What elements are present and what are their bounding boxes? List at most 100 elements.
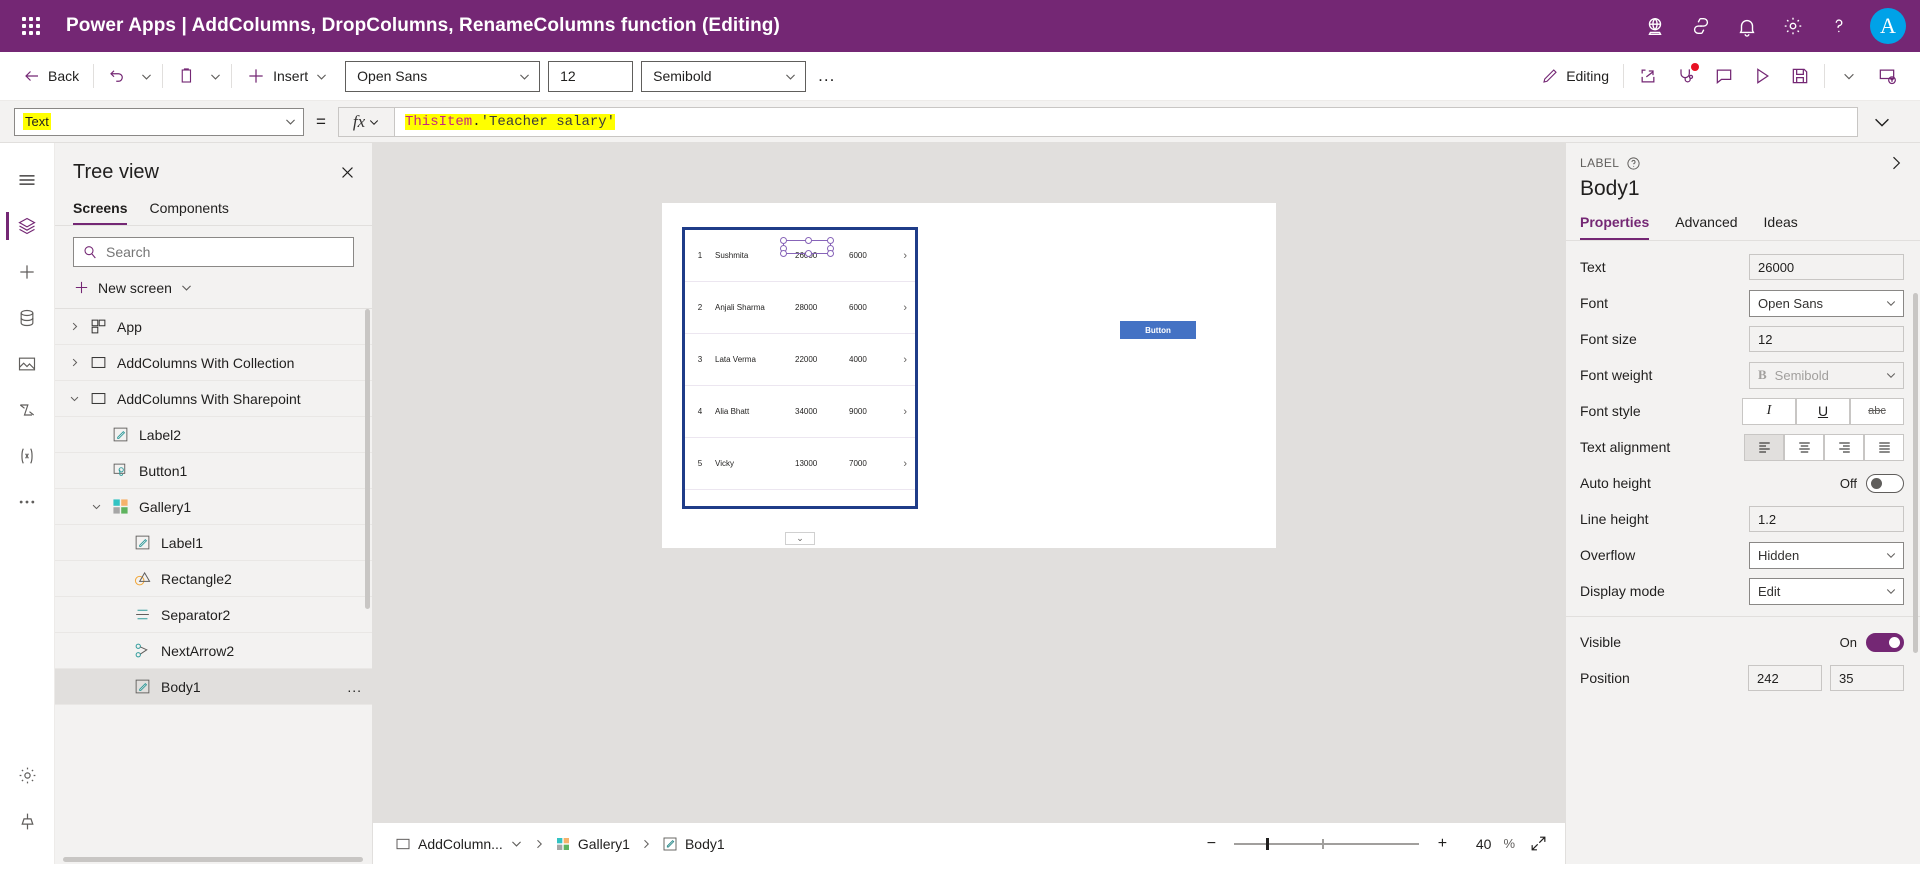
tree-item-body1[interactable]: Body1... [55, 669, 372, 705]
control-help-icon[interactable] [1626, 156, 1641, 171]
tab-advanced[interactable]: Advanced [1675, 209, 1737, 240]
property-input-position-y[interactable]: 35 [1830, 665, 1904, 691]
avatar[interactable]: A [1870, 8, 1906, 44]
tree-item-overflow-menu[interactable]: ... [347, 679, 362, 695]
bell-icon[interactable] [1724, 0, 1770, 52]
tree-item-gallery1[interactable]: Gallery1 [55, 489, 372, 525]
gallery-scroll-down-icon[interactable]: ⌄ [785, 532, 815, 545]
zoom-slider-thumb[interactable] [1266, 838, 1269, 850]
rail-media-icon[interactable] [6, 341, 48, 387]
gallery-cell-salary[interactable]: 13000 [795, 459, 849, 468]
formula-expand-chevron-icon[interactable] [1858, 111, 1906, 133]
new-screen-button[interactable]: New screen [55, 273, 372, 309]
rail-variables-icon[interactable] [6, 433, 48, 479]
font-size-dropdown[interactable]: 12 [548, 61, 633, 92]
close-icon[interactable] [339, 164, 356, 181]
selection-handle[interactable] [780, 237, 787, 244]
tree-item-label2[interactable]: Label2 [55, 417, 372, 453]
preview-play-icon[interactable] [1743, 59, 1781, 93]
button-control[interactable]: Button [1120, 321, 1196, 339]
help-icon[interactable] [1816, 0, 1862, 52]
gear-icon[interactable] [1770, 0, 1816, 52]
tree-caret-right-icon[interactable] [63, 357, 85, 368]
tree-item-rectangle2[interactable]: Rectangle2 [55, 561, 372, 597]
app-screen-canvas[interactable]: Teachers Data 1Sushmita260006000›2Anjali… [662, 203, 1276, 548]
tree-item-nextarrow2[interactable]: NextArrow2 [55, 633, 372, 669]
gallery-cell-salary[interactable]: 22000 [795, 355, 849, 364]
app-launcher-waffle-icon[interactable] [14, 9, 48, 43]
property-select-font[interactable]: Open Sans [1749, 290, 1904, 317]
more-commands-button[interactable]: ... [806, 66, 847, 86]
tab-properties[interactable]: Properties [1580, 209, 1649, 240]
breadcrumb-chevron-down-icon[interactable] [510, 837, 523, 850]
paste-chevron-down-icon[interactable] [204, 62, 226, 90]
align-left-icon[interactable] [1744, 434, 1784, 461]
tree-item-separator2[interactable]: Separator2 [55, 597, 372, 633]
globe-icon[interactable] [1632, 0, 1678, 52]
comments-icon[interactable] [1705, 59, 1743, 93]
breadcrumb-gallery[interactable]: Gallery1 [549, 833, 636, 855]
rail-pin-icon[interactable] [6, 798, 48, 844]
toggle-switch[interactable] [1866, 633, 1904, 652]
gallery-cell-salary[interactable]: 34000 [795, 407, 849, 416]
collapse-panel-chevron-right-icon[interactable] [1886, 153, 1906, 173]
tree-caret-right-icon[interactable] [63, 321, 85, 332]
gallery-row[interactable]: 2Anjali Sharma280006000› [685, 282, 915, 334]
new-screen-chevron-down-icon[interactable] [180, 281, 193, 294]
selection-handle[interactable] [780, 250, 787, 257]
property-input-text[interactable]: 26000 [1749, 254, 1904, 280]
property-select-font-weight[interactable]: BSemibold [1749, 362, 1904, 389]
tab-screens[interactable]: Screens [73, 194, 127, 225]
gallery-next-arrow-icon[interactable]: › [903, 302, 907, 314]
toggle-switch[interactable] [1866, 474, 1904, 493]
gallery-row[interactable]: 3Lata Verma220004000› [685, 334, 915, 386]
breadcrumb-body1[interactable]: Body1 [656, 833, 731, 855]
properties-list[interactable]: Text26000FontOpen SansFont size12Font we… [1566, 241, 1920, 864]
gallery-next-arrow-icon[interactable]: › [903, 354, 907, 366]
tab-components[interactable]: Components [149, 194, 228, 225]
font-name-dropdown[interactable]: Open Sans [345, 61, 540, 92]
rail-menu-icon[interactable] [6, 157, 48, 203]
rail-settings-gear-icon[interactable] [6, 752, 48, 798]
undo-button[interactable] [99, 62, 135, 90]
properties-scrollbar[interactable] [1913, 293, 1918, 653]
property-input-font-size[interactable]: 12 [1749, 326, 1904, 352]
tree-scrollbar[interactable] [365, 309, 370, 609]
rail-tree-view-icon[interactable] [6, 203, 48, 249]
gallery-row[interactable]: 1Sushmita260006000› [685, 230, 915, 282]
publish-icon[interactable] [1868, 59, 1906, 93]
zoom-slider[interactable] [1234, 843, 1419, 845]
rail-data-icon[interactable] [6, 295, 48, 341]
app-checker-icon[interactable] [1667, 59, 1705, 93]
property-toggle-auto-height[interactable]: Off [1840, 474, 1904, 493]
italic-button[interactable]: I [1742, 398, 1796, 425]
connector-icon[interactable] [1678, 0, 1724, 52]
rail-insert-icon[interactable] [6, 249, 48, 295]
breadcrumb-screen[interactable]: AddColumn... [389, 833, 529, 855]
share-icon[interactable] [1629, 59, 1667, 93]
selection-handle[interactable] [805, 250, 812, 257]
gallery-control[interactable]: 1Sushmita260006000›2Anjali Sharma2800060… [682, 227, 918, 509]
fit-screen-icon[interactable] [1527, 833, 1549, 855]
back-button[interactable]: Back [14, 62, 88, 90]
gallery-next-arrow-icon[interactable]: › [903, 406, 907, 418]
tree-item-list[interactable]: AppAddColumns With CollectionAddColumns … [55, 309, 372, 864]
save-chevron-down-icon[interactable] [1830, 59, 1868, 93]
tree-item-label1[interactable]: Label1 [55, 525, 372, 561]
zoom-in-button[interactable]: + [1431, 833, 1453, 855]
tree-item-app[interactable]: App [55, 309, 372, 345]
gallery-next-arrow-icon[interactable]: › [903, 250, 907, 262]
align-justify-icon[interactable] [1864, 434, 1904, 461]
tree-horizontal-scrollbar[interactable] [63, 857, 363, 862]
property-select-overflow[interactable]: Hidden [1749, 542, 1904, 569]
property-dropdown[interactable]: Text [14, 108, 304, 136]
tree-caret-down-icon[interactable] [63, 393, 85, 404]
save-icon[interactable] [1781, 59, 1819, 93]
align-center-icon[interactable] [1784, 434, 1824, 461]
insert-button[interactable]: Insert [237, 61, 337, 91]
selection-handle[interactable] [827, 237, 834, 244]
property-select-display-mode[interactable]: Edit [1749, 578, 1904, 605]
undo-chevron-down-icon[interactable] [135, 62, 157, 90]
font-weight-dropdown[interactable]: Semibold [641, 61, 806, 92]
tab-ideas[interactable]: Ideas [1764, 209, 1798, 240]
